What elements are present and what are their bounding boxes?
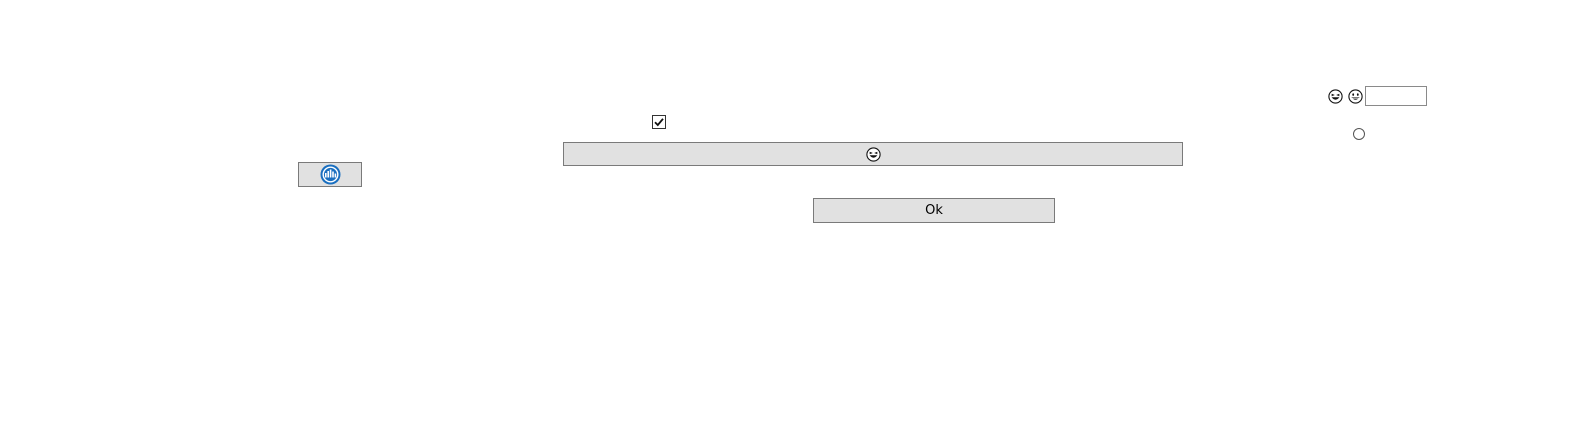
radio-button[interactable] <box>1353 128 1365 140</box>
grinning-face-emoji-icon <box>1348 89 1363 104</box>
ok-button[interactable]: Ok <box>813 198 1055 223</box>
emoji-button[interactable] <box>563 142 1183 166</box>
blue-circle-logo-icon <box>320 164 341 185</box>
text-field[interactable] <box>1365 86 1427 106</box>
checkmark-icon <box>654 117 664 127</box>
page: Ok <box>0 0 1583 425</box>
grinning-squint-emoji-icon <box>865 146 881 162</box>
ok-button-label: Ok <box>925 203 943 218</box>
checkbox[interactable] <box>652 115 666 129</box>
logo-button[interactable] <box>298 162 362 187</box>
grinning-squint-emoji-icon <box>1328 89 1343 104</box>
